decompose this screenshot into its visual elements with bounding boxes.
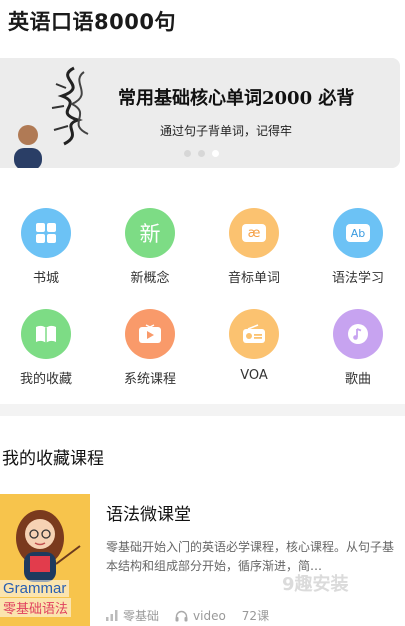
headphones-icon (175, 610, 188, 621)
course-media-text: video (193, 608, 226, 623)
category-label: 语法学习 (331, 271, 384, 286)
category-grammar[interactable]: Ab 语法学习 (313, 208, 403, 286)
category-label: 书城 (32, 271, 59, 286)
category-label: VOA (240, 368, 268, 383)
category-songs[interactable]: 歌曲 (313, 309, 403, 387)
category-voa[interactable]: VOA (209, 309, 299, 383)
category-bookstore[interactable]: 书城 (1, 208, 91, 286)
cover-text-english: Grammar (0, 580, 70, 597)
category-label: 系统课程 (123, 372, 176, 387)
phonetic-icon: æ (229, 208, 279, 258)
course-name: 语法微课堂 (106, 505, 191, 525)
category-my-favorites[interactable]: 我的收藏 (1, 309, 91, 387)
grid-icon (21, 208, 71, 258)
play-icon (125, 309, 175, 359)
category-system-courses[interactable]: 系统课程 (105, 309, 195, 387)
section-divider (0, 404, 405, 416)
course-meta: 零基础 video 72课 (106, 607, 285, 624)
category-label: 新概念 (130, 271, 170, 286)
word-scribble-illustration (51, 66, 89, 146)
course-level-text: 零基础 (123, 609, 160, 623)
pagination-dot[interactable] (184, 150, 191, 157)
pagination-dot-active[interactable] (212, 150, 219, 157)
ab-icon-glyph: Ab (346, 224, 370, 242)
new-icon-glyph: 新 (139, 222, 161, 246)
page-title: 英语口语8000句 (8, 10, 176, 34)
banner-subline: 通过句子背单词，记得牢 (160, 124, 293, 138)
ab-icon: Ab (333, 208, 383, 258)
category-new-concept[interactable]: 新 新概念 (105, 208, 195, 286)
category-label: 我的收藏 (19, 372, 72, 387)
new-icon: 新 (125, 208, 175, 258)
pagination-dot[interactable] (198, 150, 205, 157)
cover-text-chinese: 零基础语法 (0, 598, 72, 617)
course-card[interactable]: Grammar 零基础语法 语法微课堂 零基础开始入门的英语必学课程，核心课程。… (0, 494, 405, 626)
course-media: video (175, 609, 226, 623)
person-illustration (14, 125, 42, 168)
favorites-section-title: 我的收藏课程 (2, 449, 104, 469)
book-icon (21, 309, 71, 359)
course-level: 零基础 (106, 607, 159, 624)
signal-bars-icon (106, 610, 118, 621)
course-description: 零基础开始入门的英语必学课程，核心课程。从句子基本结构和组成部分开始，循序渐进，… (106, 540, 395, 573)
music-icon (333, 309, 383, 359)
banner-pagination[interactable] (184, 150, 219, 157)
radio-icon (229, 309, 279, 359)
phonetic-icon-glyph: æ (242, 224, 266, 242)
course-lessons-text: 72课 (241, 609, 270, 623)
category-phonetic-words[interactable]: æ 音标单词 (209, 208, 299, 286)
course-lessons: 72课 (242, 607, 269, 624)
banner-headline: 常用基础核心单词2000 必背 (118, 88, 355, 109)
category-label: 音标单词 (227, 271, 280, 286)
course-cover: Grammar 零基础语法 (0, 494, 90, 626)
watermark: 9趣安装 (282, 574, 349, 595)
category-label: 歌曲 (344, 372, 371, 387)
